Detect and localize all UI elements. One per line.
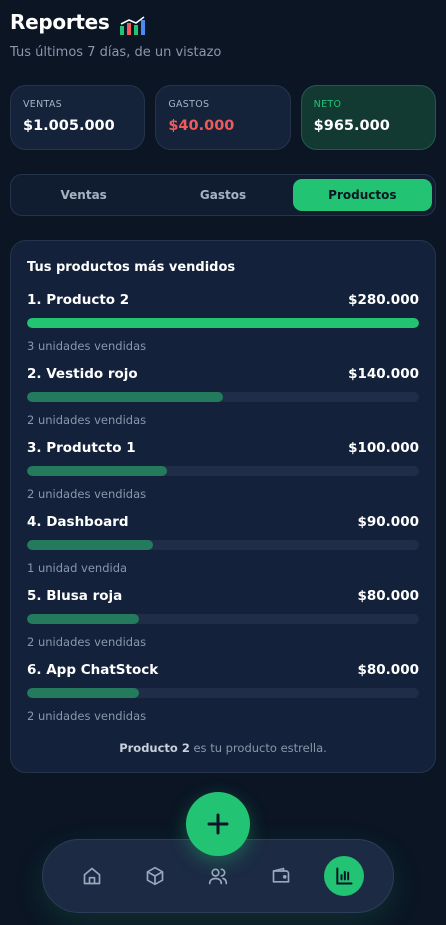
- star-product-text: es tu producto estrella.: [189, 741, 327, 755]
- stat-value: $965.000: [313, 118, 390, 134]
- product-name: 3. Produtcto 1: [27, 440, 136, 456]
- product-item: 3. Produtcto 1 $100.000 2 unidades vendi…: [27, 440, 419, 514]
- product-name: 6. App ChatStock: [27, 662, 159, 678]
- stat-value: $1.005.000: [23, 118, 115, 134]
- product-item: 2. Vestido rojo $140.000 2 unidades vend…: [27, 366, 419, 440]
- nav-wallet[interactable]: [261, 856, 301, 896]
- product-bar-fill: [27, 318, 419, 328]
- add-button[interactable]: [186, 792, 250, 856]
- product-units: 2 unidades vendidas: [27, 709, 147, 723]
- product-name: 2. Vestido rojo: [27, 366, 138, 382]
- product-bar-track: [27, 392, 419, 402]
- tab-gastos[interactable]: Gastos: [153, 179, 292, 211]
- product-name: 4. Dashboard: [27, 514, 129, 530]
- product-bar-track: [27, 318, 419, 328]
- page-title: Reportes: [10, 10, 110, 34]
- product-item: 1. Producto 2 $280.000 3 unidades vendid…: [27, 292, 419, 366]
- card-title: Tus productos más vendidos: [27, 260, 236, 275]
- product-bar-fill: [27, 392, 223, 402]
- product-bar-fill: [27, 688, 140, 698]
- product-units: 1 unidad vendida: [27, 561, 128, 575]
- stat-label: GASTOS: [168, 99, 210, 110]
- product-amount: $140.000: [348, 366, 419, 382]
- product-name: 5. Blusa roja: [27, 588, 123, 604]
- stat-label: NETO: [313, 99, 342, 110]
- header: Reportes Tus últimos 7 días, de un vista…: [10, 8, 436, 60]
- product-amount: $80.000: [357, 662, 420, 678]
- page-subtitle: Tus últimos 7 días, de un vistazo: [10, 45, 222, 60]
- wallet-icon: [272, 867, 290, 883]
- users-icon: [208, 868, 228, 885]
- bar-chart-icon: [335, 867, 353, 885]
- nav-home[interactable]: [72, 856, 112, 896]
- report-tabs: Ventas Gastos Productos: [10, 174, 436, 216]
- product-bar-fill: [27, 466, 167, 476]
- stats-row: VENTAS $1.005.000 GASTOS $40.000 NETO $9…: [10, 85, 436, 150]
- product-name: 1. Producto 2: [27, 292, 130, 308]
- tab-productos[interactable]: Productos: [292, 179, 432, 211]
- product-amount: $280.000: [348, 292, 419, 308]
- product-bar-track: [27, 466, 419, 476]
- plus-icon: [207, 813, 229, 835]
- product-item: 4. Dashboard $90.000 1 unidad vendida: [27, 514, 419, 588]
- product-amount: $80.000: [357, 588, 420, 604]
- product-units: 2 unidades vendidas: [27, 413, 147, 427]
- star-product-note: Producto 2 es tu producto estrella.: [11, 741, 435, 755]
- stat-card-gastos: GASTOS $40.000: [155, 85, 291, 150]
- chart-emoji-icon: [119, 16, 145, 35]
- product-list: 1. Producto 2 $280.000 3 unidades vendid…: [27, 292, 419, 736]
- tab-ventas[interactable]: Ventas: [14, 179, 153, 211]
- product-item: 5. Blusa roja $80.000 2 unidades vendida…: [27, 588, 419, 662]
- product-bar-track: [27, 614, 419, 624]
- product-units: 3 unidades vendidas: [27, 339, 147, 353]
- box-icon: [146, 866, 164, 886]
- stat-card-neto: NETO $965.000: [300, 85, 436, 150]
- product-bar-track: [27, 540, 419, 550]
- home-icon: [84, 867, 101, 885]
- product-units: 2 unidades vendidas: [27, 635, 147, 649]
- stat-label: VENTAS: [23, 99, 63, 110]
- nav-reports[interactable]: [323, 856, 364, 896]
- product-item: 6. App ChatStock $80.000 2 unidades vend…: [27, 662, 419, 736]
- product-bar-fill: [27, 540, 153, 550]
- product-bar-track: [27, 688, 419, 698]
- product-amount: $90.000: [357, 514, 420, 530]
- product-amount: $100.000: [348, 440, 419, 456]
- stat-value: $40.000: [168, 118, 235, 134]
- stat-card-ventas: VENTAS $1.005.000: [10, 85, 146, 150]
- product-bar-fill: [27, 614, 140, 624]
- star-product-name: Producto 2: [119, 741, 190, 755]
- product-units: 2 unidades vendidas: [27, 487, 147, 501]
- top-products-card: Tus productos más vendidos 1. Producto 2…: [10, 240, 436, 773]
- nav-products[interactable]: [135, 856, 175, 896]
- nav-customers[interactable]: [198, 856, 238, 896]
